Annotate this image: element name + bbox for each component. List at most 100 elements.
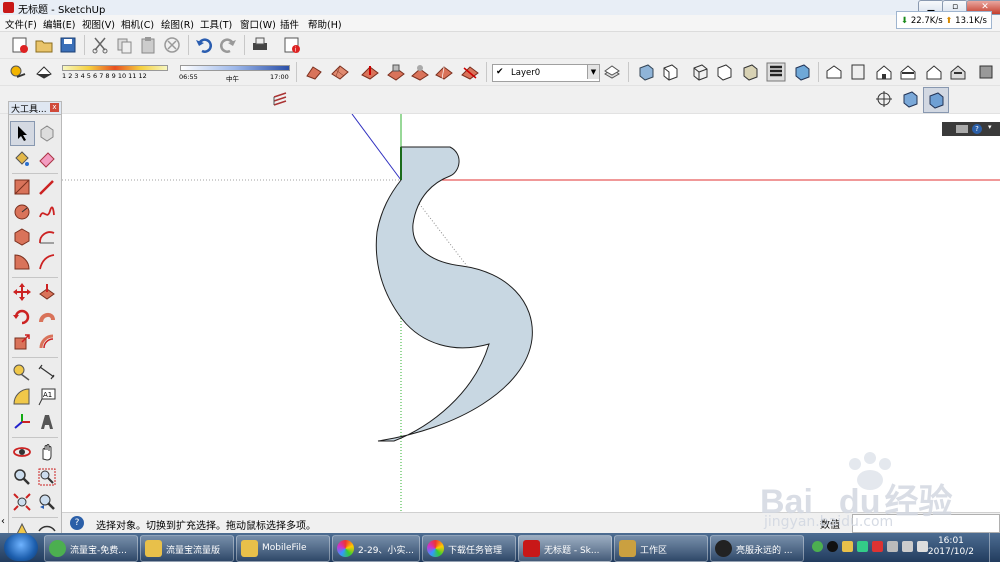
new-file-icon[interactable]: [10, 35, 30, 55]
iso-view-icon[interactable]: [824, 62, 844, 82]
monochrome-style-icon[interactable]: [792, 62, 812, 82]
pie-icon[interactable]: [12, 252, 32, 272]
zoom-extents-icon[interactable]: [12, 492, 32, 512]
rotate-icon[interactable]: [12, 307, 32, 327]
paint-bucket-icon[interactable]: [12, 148, 32, 168]
shaded-style-icon[interactable]: [740, 62, 760, 82]
taskbar-item[interactable]: 无标题 - Sk...: [518, 535, 612, 562]
sandbox-stack-icon[interactable]: [270, 89, 290, 109]
pan-hand-icon[interactable]: [37, 442, 57, 462]
menu-edit[interactable]: 编辑(E): [43, 17, 75, 31]
add-detail-icon[interactable]: [434, 62, 454, 82]
model-info-icon[interactable]: i: [282, 35, 302, 55]
text-label-icon[interactable]: A1: [37, 387, 57, 407]
3d-text-icon[interactable]: [37, 412, 57, 432]
taskbar-item[interactable]: 下载任务管理: [422, 535, 516, 562]
arc-icon[interactable]: [37, 227, 57, 247]
line-pencil-icon[interactable]: [37, 177, 57, 197]
xray-style-icon[interactable]: [636, 62, 656, 82]
help-circle-icon[interactable]: ?: [972, 124, 982, 134]
save-icon[interactable]: [58, 35, 78, 55]
display-shadows-icon[interactable]: [34, 62, 54, 82]
scale-icon[interactable]: [12, 332, 32, 352]
eraser-icon[interactable]: [37, 148, 57, 168]
tray-app-icon[interactable]: [842, 541, 853, 552]
show-desktop-button[interactable]: [989, 533, 1000, 562]
more-views-icon[interactable]: [976, 62, 996, 82]
copy-icon[interactable]: [114, 35, 134, 55]
tray-network-error-icon[interactable]: [872, 541, 883, 552]
wireframe-style-icon[interactable]: [690, 62, 710, 82]
tape-measure-icon[interactable]: [12, 362, 32, 382]
drawn-curved-face[interactable]: [375, 146, 533, 442]
taskbar-item[interactable]: 流量宝流量版: [140, 535, 234, 562]
freehand-icon[interactable]: [37, 202, 57, 222]
instructor-icon[interactable]: [956, 125, 968, 133]
layer-manager-icon[interactable]: [602, 62, 622, 82]
top-view-icon[interactable]: [848, 62, 868, 82]
circle-icon[interactable]: [12, 202, 32, 222]
paste-icon[interactable]: [138, 35, 158, 55]
menu-plugins[interactable]: 插件: [280, 17, 299, 31]
left-view-icon[interactable]: [948, 62, 968, 82]
select-arrow-icon[interactable]: [12, 123, 32, 143]
shadow-settings-icon[interactable]: [8, 62, 28, 82]
rectangle-icon[interactable]: [12, 177, 32, 197]
orbit-icon[interactable]: [12, 442, 32, 462]
tray-liuliangbao-icon[interactable]: [812, 541, 823, 552]
menu-draw[interactable]: 绘图(R): [161, 17, 194, 31]
stamp-icon[interactable]: [386, 62, 406, 82]
taskbar-item[interactable]: 工作区: [614, 535, 708, 562]
print-icon[interactable]: [250, 35, 270, 55]
dropdown-arrow-icon[interactable]: ▼: [587, 65, 599, 79]
redo-icon[interactable]: [218, 35, 238, 55]
right-view-icon[interactable]: [898, 62, 918, 82]
dimension-icon[interactable]: [37, 362, 57, 382]
drape-icon[interactable]: [410, 62, 430, 82]
cut-icon[interactable]: [90, 35, 110, 55]
taskbar-item[interactable]: MobileFile: [236, 535, 330, 562]
tray-qq-icon[interactable]: [827, 541, 838, 552]
look-around-icon[interactable]: [900, 89, 920, 109]
axes-icon[interactable]: [12, 412, 32, 432]
tray-security-icon[interactable]: [857, 541, 868, 552]
palette-scroll-arrow-icon[interactable]: ‹: [1, 516, 9, 530]
offset-icon[interactable]: [37, 332, 57, 352]
time-slider[interactable]: 06:55 中午 17:00: [178, 64, 290, 83]
menu-window[interactable]: 窗口(W): [240, 17, 276, 31]
palette-close-icon[interactable]: x: [50, 103, 59, 112]
back-edges-style-icon[interactable]: [660, 62, 680, 82]
menu-tools[interactable]: 工具(T): [200, 17, 232, 31]
follow-me-icon[interactable]: [37, 307, 57, 327]
sandbox-from-scratch-icon[interactable]: [330, 62, 350, 82]
position-camera-icon[interactable]: [874, 89, 894, 109]
undo-icon[interactable]: [194, 35, 214, 55]
smoove-icon[interactable]: [360, 62, 380, 82]
menu-view[interactable]: 视图(V): [82, 17, 115, 31]
taskbar-item[interactable]: 流量宝-免费...: [44, 535, 138, 562]
two-point-arc-icon[interactable]: [37, 252, 57, 272]
layer-selector[interactable]: ✔ Layer0 ▼: [492, 64, 600, 82]
walk-tool-active[interactable]: [923, 87, 949, 113]
front-view-icon[interactable]: [874, 62, 894, 82]
move-icon[interactable]: [12, 282, 32, 302]
flip-edge-icon[interactable]: [460, 62, 480, 82]
menu-help[interactable]: 帮助(H): [308, 17, 342, 31]
push-pull-icon[interactable]: [37, 282, 57, 302]
make-component-icon[interactable]: [37, 123, 57, 143]
month-slider[interactable]: 1 2 3 4 5 6 7 8 9 10 11 12: [60, 64, 168, 82]
system-clock[interactable]: 16:01 2017/10/2: [928, 536, 974, 558]
tray-signal-icon[interactable]: [887, 541, 898, 552]
zoom-window-icon[interactable]: [37, 467, 57, 487]
protractor-icon[interactable]: [12, 387, 32, 407]
open-folder-icon[interactable]: [34, 35, 54, 55]
polygon-icon[interactable]: [12, 227, 32, 247]
taskbar-item[interactable]: 亮服永远的 ...: [710, 535, 804, 562]
drawing-viewport[interactable]: ? ▾: [62, 114, 1000, 512]
menu-camera[interactable]: 相机(C): [121, 17, 154, 31]
erase-delete-icon[interactable]: [162, 35, 182, 55]
menu-file[interactable]: 文件(F): [5, 17, 37, 31]
taskbar-item[interactable]: 2-29、小实...: [332, 535, 420, 562]
tray-flag-icon[interactable]: [902, 541, 913, 552]
measurements-input[interactable]: [852, 514, 1000, 533]
